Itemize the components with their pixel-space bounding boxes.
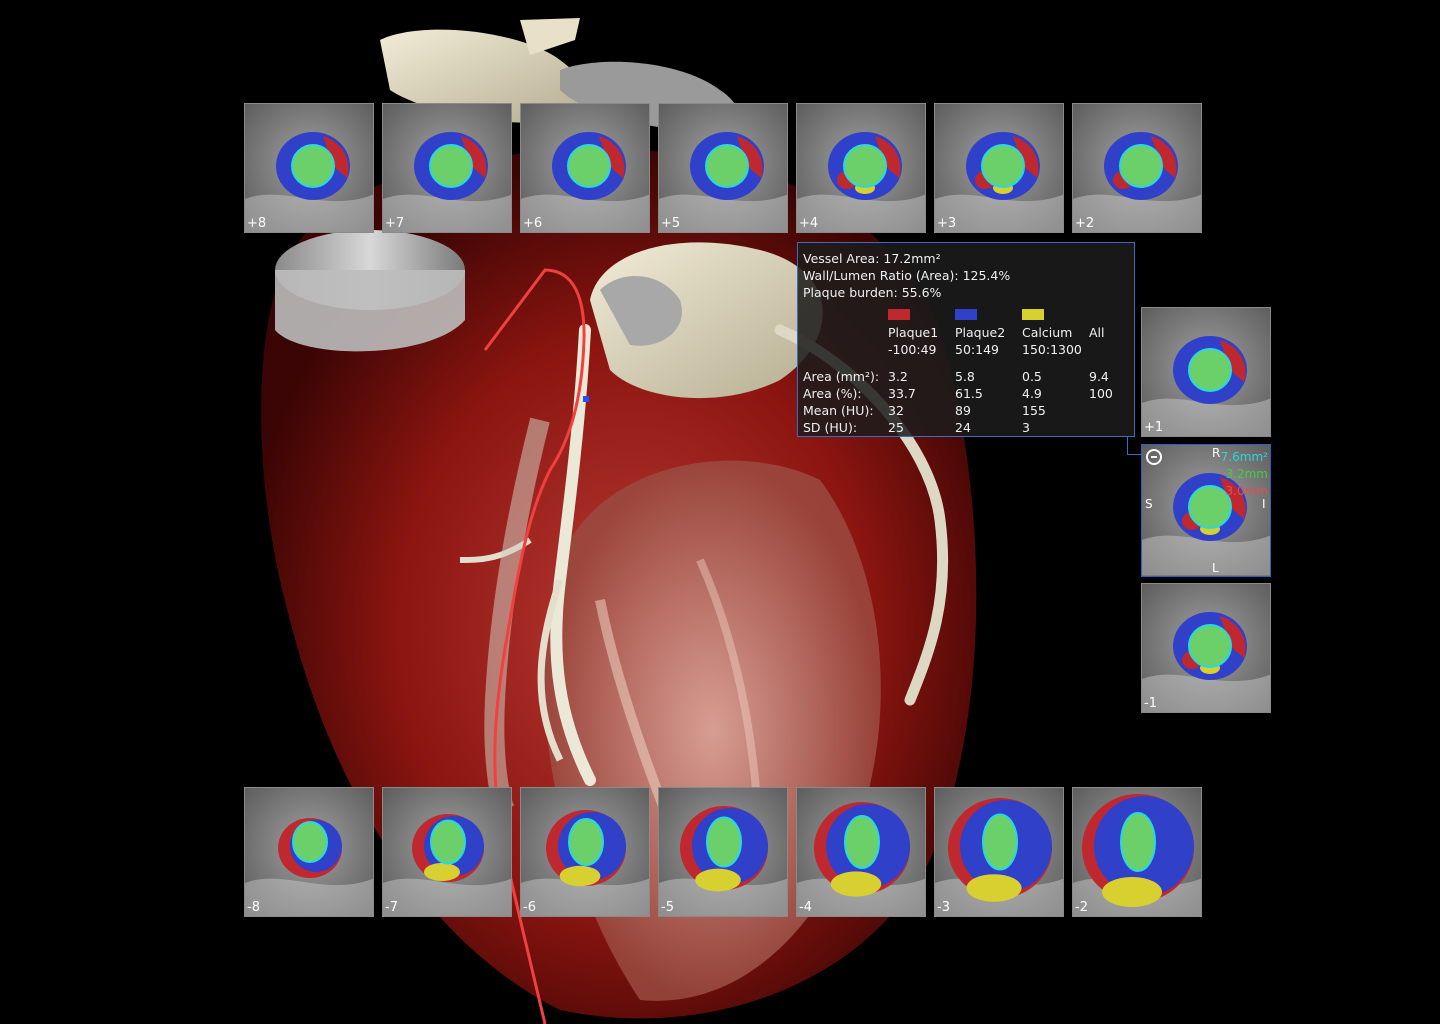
legend-name: All <box>1089 325 1105 340</box>
slice-thumbnail[interactable]: +6 <box>520 103 650 233</box>
slice-offset-label: -8 <box>247 900 260 915</box>
minus-circle-icon[interactable] <box>1146 449 1162 465</box>
slice-thumbnail[interactable]: +3 <box>934 103 1064 233</box>
stats-cell: 5.8 <box>955 369 975 384</box>
legend-range: 50:149 <box>955 342 999 357</box>
stats-cell: 24 <box>955 420 971 435</box>
stats-cell: 3 <box>1022 420 1030 435</box>
stats-row: SD (HU): 25 24 3 <box>803 419 1129 436</box>
legend-swatch <box>955 309 977 320</box>
legend-item: Calcium 150:1300 <box>1022 309 1082 358</box>
stats-cell: 3.2 <box>888 369 908 384</box>
diameter-measure-2: 3.0mm <box>1225 484 1268 498</box>
slice-offset-label: -3 <box>937 900 950 915</box>
slice-thumbnail[interactable]: +7 <box>382 103 512 233</box>
legend-item: Plaque2 50:149 <box>955 309 1005 358</box>
slice-offset-label: -4 <box>799 900 812 915</box>
stats-cell: 155 <box>1022 403 1046 418</box>
legend-name: Plaque1 <box>888 325 939 340</box>
stats-cell: 9.4 <box>1089 369 1109 384</box>
slice-offset-label: -7 <box>385 900 398 915</box>
stats-cell <box>1089 402 1129 419</box>
stats-cell: 61.5 <box>955 386 983 401</box>
slice-thumbnail[interactable]: +1 <box>1141 307 1271 437</box>
slice-offset-label: +8 <box>247 216 267 231</box>
stats-cell <box>1089 419 1129 436</box>
stats-cell: 25 <box>888 420 904 435</box>
stats-row: Area (mm²): 3.2 5.8 0.5 9.4 <box>803 368 1129 385</box>
slice-thumbnail[interactable]: +8 <box>244 103 374 233</box>
slice-thumbnail[interactable]: -8 <box>244 787 374 917</box>
stats-cell: 4.9 <box>1022 386 1042 401</box>
slice-thumbnail[interactable]: -7 <box>382 787 512 917</box>
active-cross-section-view[interactable]: R S I L 7.6mm² 3.2mm 3.0mm <box>1141 444 1271 577</box>
legend-range: -100:49 <box>888 342 937 357</box>
stats-row-label: Area (mm²): <box>803 369 880 384</box>
legend-swatch <box>1022 309 1044 320</box>
stats-row-label: Mean (HU): <box>803 403 874 418</box>
slice-thumbnail[interactable]: -2 <box>1072 787 1202 917</box>
lumen-area-measure: 7.6mm² <box>1220 450 1268 464</box>
slice-offset-label: +3 <box>937 216 957 231</box>
slice-offset-label: +4 <box>799 216 819 231</box>
slice-thumbnail[interactable]: -5 <box>658 787 788 917</box>
slice-thumbnail[interactable]: +5 <box>658 103 788 233</box>
legend-name: Calcium <box>1022 325 1073 340</box>
slice-offset-label: -5 <box>661 900 674 915</box>
stats-row-label: SD (HU): <box>803 420 858 435</box>
legend-item: All <box>1089 309 1105 341</box>
stats-cell: 89 <box>955 403 971 418</box>
stats-row: Mean (HU): 32 89 155 <box>803 402 1129 419</box>
slice-thumbnail[interactable]: -4 <box>796 787 926 917</box>
vessel-area-text: Vessel Area: 17.2mm² <box>803 251 941 266</box>
stats-cell: 100 <box>1089 386 1113 401</box>
legend-swatch <box>888 309 910 320</box>
legend-item: Plaque1 -100:49 <box>888 309 938 358</box>
slice-offset-label: -2 <box>1075 900 1088 915</box>
legend-name: Plaque2 <box>955 325 1006 340</box>
slice-offset-label: +5 <box>661 216 681 231</box>
slice-thumbnail[interactable]: +4 <box>796 103 926 233</box>
stats-row-label: Area (%): <box>803 386 862 401</box>
slice-thumbnail[interactable]: -3 <box>934 787 1064 917</box>
plaque-analysis-panel: Vessel Area: 17.2mm² Wall/Lumen Ratio (A… <box>797 242 1135 437</box>
wall-lumen-ratio-text: Wall/Lumen Ratio (Area): 125.4% <box>803 268 1011 283</box>
orientation-label-bottom: L <box>1212 561 1219 575</box>
slice-offset-label: -1 <box>1144 696 1157 711</box>
orientation-label-left: S <box>1145 497 1153 511</box>
legend-range: 150:1300 <box>1022 342 1082 357</box>
plaque-stats-table: Area (mm²): 3.2 5.8 0.5 9.4 Area (%): 33.7 61.5… <box>803 368 1129 436</box>
orientation-label-right: I <box>1262 497 1266 511</box>
stats-cell: 32 <box>888 403 904 418</box>
slice-offset-label: -6 <box>523 900 536 915</box>
stats-row: Area (%): 33.7 61.5 4.9 100 <box>803 385 1129 402</box>
slice-offset-label: +2 <box>1075 216 1095 231</box>
slice-thumbnail[interactable]: +2 <box>1072 103 1202 233</box>
slice-thumbnail[interactable]: -1 <box>1141 583 1271 713</box>
orientation-label-top: R <box>1212 446 1221 460</box>
slice-offset-label: +1 <box>1144 420 1164 435</box>
slice-thumbnail[interactable]: -6 <box>520 787 650 917</box>
slice-offset-label: +6 <box>523 216 543 231</box>
stats-cell: 0.5 <box>1022 369 1042 384</box>
slice-offset-label: +7 <box>385 216 405 231</box>
plaque-burden-text: Plaque burden: 55.6% <box>803 285 942 300</box>
diameter-measure-1: 3.2mm <box>1225 467 1268 481</box>
stats-cell: 33.7 <box>888 386 916 401</box>
